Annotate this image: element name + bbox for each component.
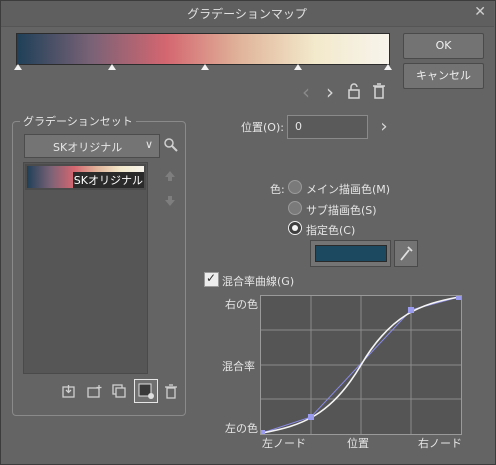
gradient-stop-handle[interactable] xyxy=(294,64,302,70)
import-icon[interactable] xyxy=(62,384,76,398)
chevron-left-icon[interactable]: ‹ xyxy=(298,80,314,104)
selected-set-label: SKオリジナル xyxy=(53,141,123,154)
gradient-set-label: グラデーションセット xyxy=(20,113,136,129)
radio-sub-color[interactable] xyxy=(288,201,302,215)
curve-node[interactable] xyxy=(456,294,462,300)
list-item-label: SKオリジナル xyxy=(72,172,144,188)
trash-icon[interactable] xyxy=(372,83,386,99)
wrench-icon[interactable] xyxy=(163,137,179,153)
check-icon: ✓ xyxy=(206,271,217,285)
eyedropper-icon xyxy=(400,246,413,261)
radio-main-color-label[interactable]: メイン描画色(M) xyxy=(306,181,390,197)
radio-specified-color-label[interactable]: 指定色(C) xyxy=(306,222,355,238)
gradient-set-dropdown[interactable]: SKオリジナル ∨ xyxy=(24,134,160,158)
x-label-right: 右ノード xyxy=(418,437,462,450)
title-bar: グラデーションマップ ✕ xyxy=(0,0,494,27)
gradient-stop-handle[interactable] xyxy=(384,64,392,70)
color-swatch-button[interactable] xyxy=(310,240,391,267)
gradient-stop-handle[interactable] xyxy=(201,64,209,70)
position-input[interactable]: 0 xyxy=(287,115,368,139)
chevron-right-icon[interactable]: › xyxy=(322,80,338,104)
position-label: 位置(O): xyxy=(241,121,284,134)
blend-curve-graph[interactable] xyxy=(259,294,462,436)
eyedropper-button[interactable] xyxy=(394,240,418,267)
gradient-settings-button[interactable] xyxy=(134,379,158,403)
gradient-preview-bar[interactable] xyxy=(16,33,390,65)
curve-node[interactable] xyxy=(259,430,265,436)
curve-canvas xyxy=(259,294,462,436)
gradient-stop-handle[interactable] xyxy=(14,64,22,70)
y-label-bottom: 左の色 xyxy=(225,422,258,435)
gradient-set-list[interactable]: SKオリジナル xyxy=(23,162,148,374)
y-label-mid: 混合率 xyxy=(222,360,255,373)
close-icon[interactable]: ✕ xyxy=(474,4,486,20)
gradient-stop-handle[interactable] xyxy=(108,64,116,70)
color-label: 色: xyxy=(270,183,285,196)
x-label-left: 左ノード xyxy=(262,437,306,450)
radio-main-color[interactable] xyxy=(288,180,302,194)
blend-curve-checkbox[interactable]: ✓ xyxy=(204,271,219,287)
gradient-add-icon xyxy=(138,383,154,399)
blend-curve-label[interactable]: 混合率曲線(G) xyxy=(222,273,294,289)
color-swatch xyxy=(315,245,387,262)
radio-specified-color[interactable] xyxy=(288,221,302,235)
duplicate-icon[interactable] xyxy=(112,384,126,398)
trash-icon[interactable] xyxy=(164,384,178,399)
position-value: 0 xyxy=(295,120,302,133)
arrow-up-icon[interactable] xyxy=(164,170,176,182)
y-label-top: 右の色 xyxy=(225,298,258,311)
ok-button[interactable]: OK xyxy=(403,33,484,59)
chevron-right-icon[interactable]: › xyxy=(377,116,391,137)
window-title: グラデーションマップ xyxy=(187,7,307,21)
cancel-button[interactable]: キャンセル xyxy=(403,63,484,89)
radio-sub-color-label[interactable]: サブ描画色(S) xyxy=(306,202,377,218)
arrow-down-icon[interactable] xyxy=(164,195,176,207)
add-set-icon[interactable] xyxy=(87,384,103,398)
curve-node[interactable] xyxy=(308,414,314,420)
lock-icon[interactable] xyxy=(346,83,362,99)
x-label-mid: 位置 xyxy=(347,437,369,450)
curve-node[interactable] xyxy=(408,307,414,313)
list-item[interactable]: SKオリジナル xyxy=(25,164,146,190)
chevron-down-icon: ∨ xyxy=(144,138,153,151)
